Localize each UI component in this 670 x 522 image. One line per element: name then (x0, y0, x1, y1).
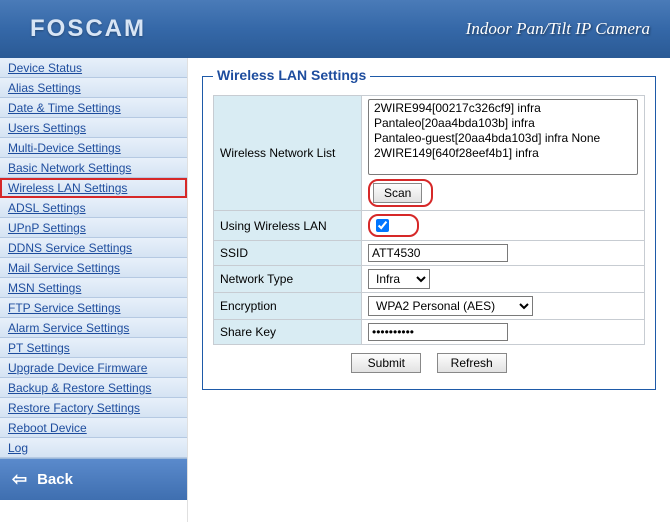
using-wlan-checkbox[interactable] (376, 219, 389, 232)
label-network-list: Wireless Network List (214, 96, 362, 211)
sidebar-item-multi-device-settings[interactable]: Multi-Device Settings (0, 138, 187, 158)
brand-logo: FOSCAM (30, 15, 146, 43)
label-network-type: Network Type (214, 266, 362, 293)
panel-title: Wireless LAN Settings (213, 67, 370, 83)
sidebar-item-ftp-service-settings[interactable]: FTP Service Settings (0, 298, 187, 318)
label-share-key: Share Key (214, 320, 362, 345)
sidebar-item-reboot-device[interactable]: Reboot Device (0, 418, 187, 438)
settings-fieldset: Wireless LAN Settings Wireless Network L… (202, 76, 656, 390)
sidebar-item-pt-settings[interactable]: PT Settings (0, 338, 187, 358)
sidebar-item-adsl-settings[interactable]: ADSL Settings (0, 198, 187, 218)
back-label: Back (37, 471, 73, 488)
sidebar-item-users-settings[interactable]: Users Settings (0, 118, 187, 138)
sidebar-item-log[interactable]: Log (0, 438, 187, 458)
sidebar: Device StatusAlias SettingsDate & Time S… (0, 58, 188, 522)
label-using-wlan: Using Wireless LAN (214, 211, 362, 241)
header: FOSCAM Indoor Pan/Tilt IP Camera (0, 0, 670, 58)
sidebar-item-device-status[interactable]: Device Status (0, 58, 187, 78)
sidebar-item-basic-network-settings[interactable]: Basic Network Settings (0, 158, 187, 178)
network-type-select[interactable]: Infra (368, 269, 430, 289)
using-wlan-highlight (368, 214, 419, 237)
wireless-network-list[interactable]: 2WIRE994[00217c326cf9] infraPantaleo[20a… (368, 99, 638, 175)
network-list-item[interactable]: 2WIRE994[00217c326cf9] infra (372, 101, 634, 116)
ssid-input[interactable] (368, 244, 508, 262)
label-encryption: Encryption (214, 293, 362, 320)
sidebar-item-restore-factory-settings[interactable]: Restore Factory Settings (0, 398, 187, 418)
back-arrow-icon: ⇦ (12, 469, 27, 490)
network-list-item[interactable]: Pantaleo-guest[20aa4bda103d] infra None (372, 131, 634, 146)
sidebar-item-date-time-settings[interactable]: Date & Time Settings (0, 98, 187, 118)
label-ssid: SSID (214, 241, 362, 266)
sidebar-item-mail-service-settings[interactable]: Mail Service Settings (0, 258, 187, 278)
submit-button[interactable]: Submit (351, 353, 421, 373)
network-list-item[interactable]: 2WIRE149[640f28eef4b1] infra (372, 146, 634, 161)
sidebar-item-msn-settings[interactable]: MSN Settings (0, 278, 187, 298)
header-title: Indoor Pan/Tilt IP Camera (466, 19, 650, 39)
scan-highlight: Scan (368, 179, 433, 207)
sidebar-item-upgrade-device-firmware[interactable]: Upgrade Device Firmware (0, 358, 187, 378)
sidebar-item-wireless-lan-settings[interactable]: Wireless LAN Settings (0, 178, 187, 198)
back-button[interactable]: ⇦ Back (0, 458, 187, 500)
sidebar-item-backup-restore-settings[interactable]: Backup & Restore Settings (0, 378, 187, 398)
share-key-input[interactable] (368, 323, 508, 341)
sidebar-item-alarm-service-settings[interactable]: Alarm Service Settings (0, 318, 187, 338)
network-list-item[interactable]: Pantaleo[20aa4bda103b] infra (372, 116, 634, 131)
encryption-select[interactable]: WPA2 Personal (AES) (368, 296, 533, 316)
scan-button[interactable]: Scan (373, 183, 422, 203)
sidebar-item-alias-settings[interactable]: Alias Settings (0, 78, 187, 98)
sidebar-item-upnp-settings[interactable]: UPnP Settings (0, 218, 187, 238)
sidebar-item-ddns-service-settings[interactable]: DDNS Service Settings (0, 238, 187, 258)
refresh-button[interactable]: Refresh (437, 353, 507, 373)
